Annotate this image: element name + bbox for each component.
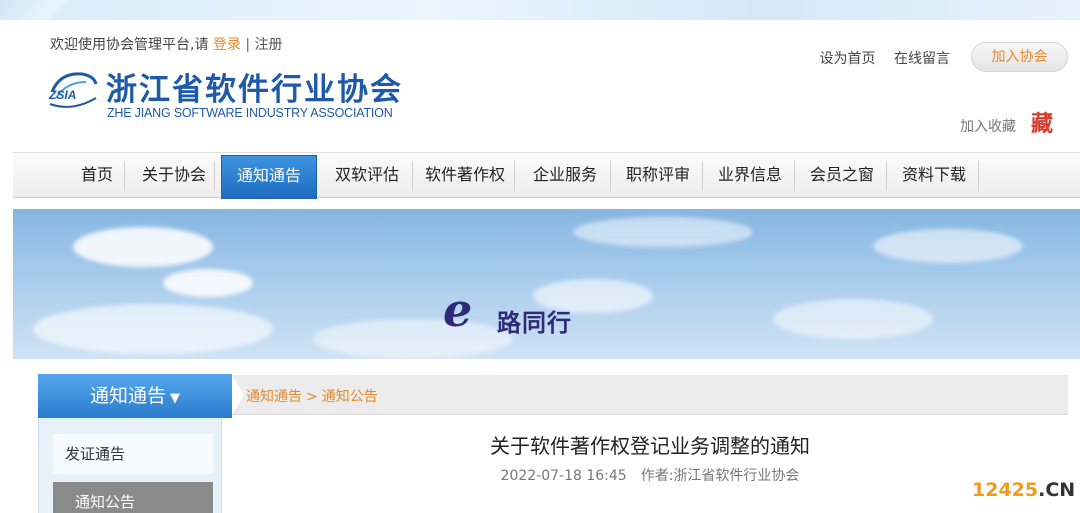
breadcrumb-announcements[interactable]: 通知公告 xyxy=(322,389,378,405)
site-watermark: 12425.CN xyxy=(972,479,1075,501)
welcome-bar: 欢迎使用协会管理平台,请 登录 | 注册 xyxy=(50,34,283,54)
breadcrumb-notices[interactable]: 通知通告 xyxy=(246,389,302,405)
breadcrumb-arrow-decoration xyxy=(232,375,244,415)
sidebar-title-text: 通知通告 xyxy=(90,385,167,407)
top-sky-strip xyxy=(0,0,1080,20)
welcome-separator: | xyxy=(245,37,251,53)
zsia-logo-icon: ZSIA xyxy=(48,72,98,108)
top-links: 设为首页 在线留言 xyxy=(806,48,950,68)
cloud-decoration xyxy=(313,319,513,359)
cloud-decoration xyxy=(163,269,253,297)
add-favorite-link[interactable]: 加入收藏 xyxy=(960,116,1016,136)
main-nav: 首页 关于协会 通知通告 双软评估 软件著作权 企业服务 职称评审 业界信息 会… xyxy=(13,152,1080,199)
nav-about[interactable]: 关于协会 xyxy=(133,153,215,197)
nav-home[interactable]: 首页 xyxy=(69,153,125,197)
nav-title-review[interactable]: 职称评审 xyxy=(613,153,703,197)
banner-e-letter: e xyxy=(443,283,473,337)
cloud-decoration xyxy=(33,304,273,354)
welcome-text: 欢迎使用协会管理平台,请 xyxy=(50,37,209,53)
login-link[interactable]: 登录 xyxy=(213,37,241,53)
caret-down-icon: ▼ xyxy=(170,391,181,406)
nav-software-copyright[interactable]: 软件著作权 xyxy=(415,153,515,197)
nav-industry-news[interactable]: 业界信息 xyxy=(705,153,795,197)
leave-message-link[interactable]: 在线留言 xyxy=(894,51,950,67)
logo-badge-text: ZSIA xyxy=(48,88,76,102)
site-logo[interactable]: ZSIA 浙江省软件行业协会 ZHE JIANG SOFTWARE INDUST… xyxy=(46,64,426,124)
cloud-decoration xyxy=(873,229,1023,263)
watermark-number: 12425 xyxy=(972,479,1039,501)
hero-banner: e 路同行 xyxy=(13,209,1080,359)
nav-dual-soft-assessment[interactable]: 双软评估 xyxy=(321,153,413,197)
watermark-domain: .CN xyxy=(1038,479,1076,501)
cloud-decoration xyxy=(773,299,933,339)
article-author-label: 作者: xyxy=(640,468,674,484)
breadcrumb-trail: 通知通告 > 通知公告 xyxy=(246,386,378,406)
site-header: 欢迎使用协会管理平台,请 登录 | 注册 ZSIA 浙江省软件行业协会 ZHE … xyxy=(0,20,1080,148)
cloud-decoration xyxy=(573,217,753,247)
article-date: 2022-07-18 16:45 xyxy=(500,468,627,484)
nav-enterprise-services[interactable]: 企业服务 xyxy=(519,153,611,197)
banner-slogan-text: 路同行 xyxy=(497,309,572,337)
sidebar-panel: 发证通告 通知公告 xyxy=(38,418,222,513)
logo-title-en: ZHE JIANG SOFTWARE INDUSTRY ASSOCIATION xyxy=(107,106,393,120)
article-meta: 2022-07-18 16:45 作者:浙江省软件行业协会 xyxy=(232,465,1068,485)
nav-downloads[interactable]: 资料下载 xyxy=(889,153,979,197)
register-link[interactable]: 注册 xyxy=(255,37,283,53)
article-author: 浙江省软件行业协会 xyxy=(673,468,800,484)
sidebar-item-certificate-notices[interactable]: 发证通告 xyxy=(53,434,213,474)
sidebar-item-announcements[interactable]: 通知公告 xyxy=(53,482,213,513)
breadcrumb: 通知通告 > 通知公告 xyxy=(232,375,1068,415)
logo-title-cn: 浙江省软件行业协会 xyxy=(106,72,403,108)
breadcrumb-separator: > xyxy=(306,389,318,405)
article-title: 关于软件著作权登记业务调整的通知 xyxy=(490,434,810,458)
nav-member-window[interactable]: 会员之窗 xyxy=(797,153,887,197)
nav-notices[interactable]: 通知通告 xyxy=(221,155,317,199)
bookmark-icon[interactable]: 藏 xyxy=(1028,110,1056,138)
cloud-decoration xyxy=(73,227,213,267)
set-home-link[interactable]: 设为首页 xyxy=(820,51,876,67)
sidebar-title[interactable]: 通知通告 ▼ xyxy=(38,374,232,418)
join-association-button[interactable]: 加入协会 xyxy=(971,42,1068,72)
